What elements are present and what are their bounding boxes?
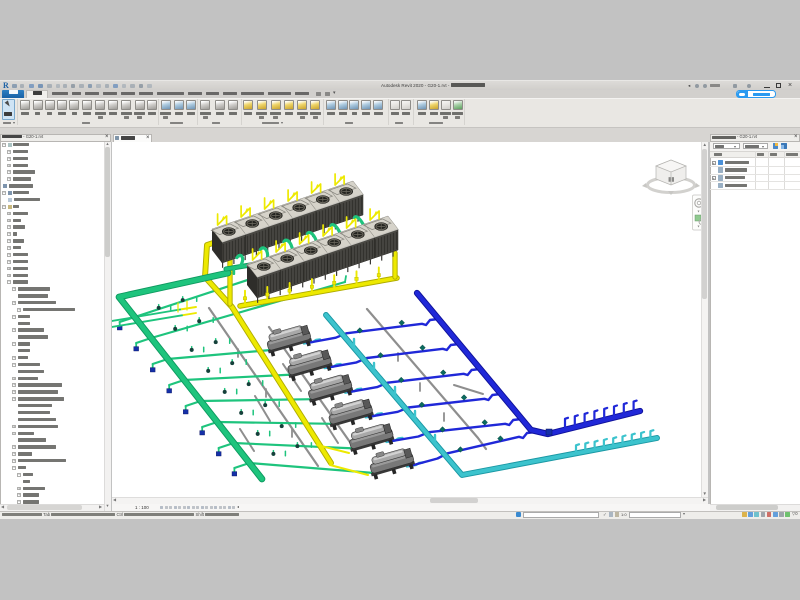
svg-text:▾: ▾ — [697, 208, 699, 213]
svg-text:▮▮: ▮▮ — [668, 177, 675, 183]
svg-text:▾: ▾ — [697, 223, 699, 228]
